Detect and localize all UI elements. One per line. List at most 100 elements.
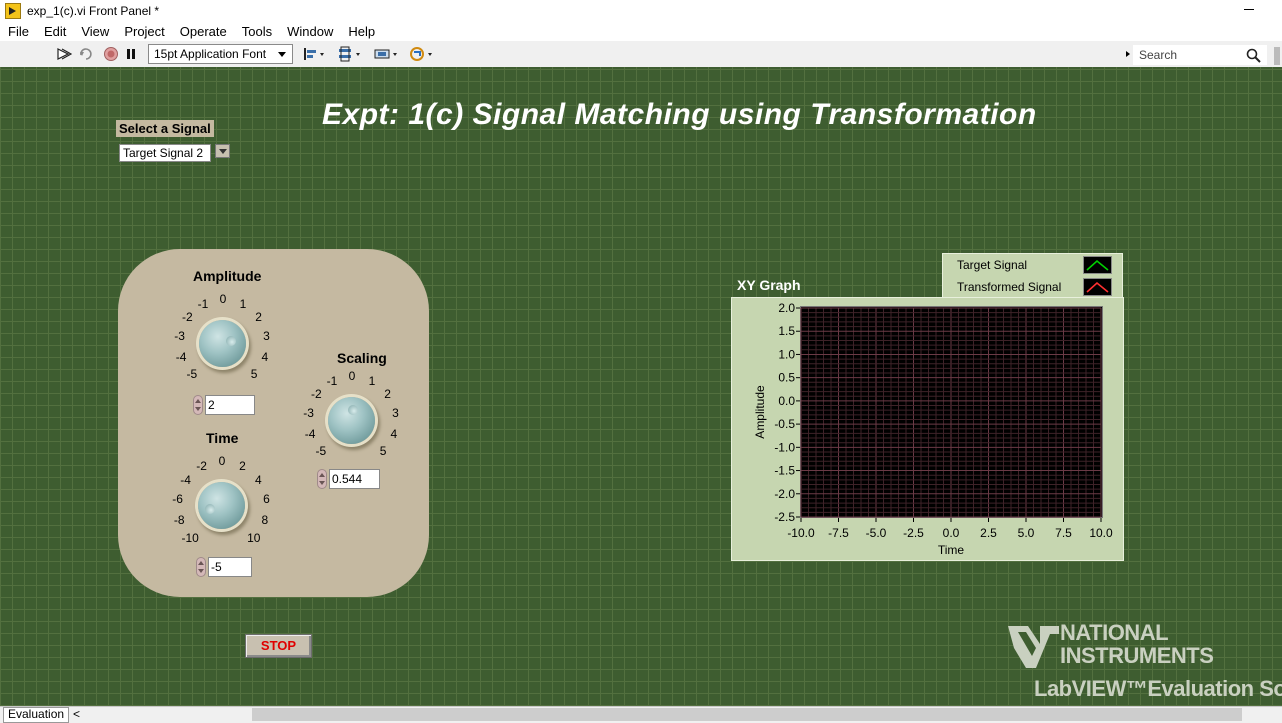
- legend-swatch-transformed[interactable]: [1083, 278, 1112, 296]
- x-tick-label: 10.0: [1089, 526, 1113, 540]
- align-icon[interactable]: [302, 46, 328, 62]
- y-tick-label: 1.5: [778, 324, 795, 338]
- search-icon[interactable]: [1246, 48, 1261, 63]
- x-tick-label: -2.5: [903, 526, 924, 540]
- amplitude-increment-icon[interactable]: [193, 395, 203, 415]
- plot-legend[interactable]: Target Signal Transformed Signal: [942, 253, 1123, 298]
- window-title: exp_1(c).vi Front Panel *: [27, 3, 160, 18]
- y-tick-label: 0.5: [778, 371, 795, 385]
- y-tick-label: -2.5: [774, 510, 795, 524]
- amplitude-tick-label: 2: [255, 310, 262, 325]
- distribute-icon[interactable]: [338, 46, 364, 62]
- scaling-value[interactable]: 0.544: [329, 469, 380, 489]
- y-tick-label: 0.0: [778, 394, 795, 408]
- legend-swatch-target[interactable]: [1083, 256, 1112, 274]
- watermark-line-3: LabVIEW™Evaluation Soft: [1034, 676, 1282, 701]
- select-signal-ring[interactable]: Target Signal 2: [119, 144, 211, 162]
- minimize-button[interactable]: [1244, 9, 1254, 10]
- resize-icon[interactable]: [374, 46, 400, 62]
- run-arrow-icon[interactable]: [56, 46, 72, 62]
- menu-operate[interactable]: Operate: [172, 24, 234, 39]
- menu-edit[interactable]: Edit: [36, 24, 73, 39]
- run-continuously-icon[interactable]: [78, 46, 94, 62]
- x-axis-ticks: -10.0 -7.5 -5.0 -2.5 0.0 2.5 5.0 7.5 10.0: [787, 518, 1113, 540]
- scaling-tick-label: 2: [384, 387, 391, 402]
- page-title: Expt: 1(c) Signal Matching using Transfo…: [322, 98, 1037, 131]
- scaling-tick-label: 5: [379, 444, 387, 459]
- controls-panel: [118, 249, 429, 597]
- time-tick-label: 4: [255, 472, 262, 487]
- time-tick-label: 2: [239, 458, 246, 473]
- time-knob[interactable]: [198, 482, 245, 529]
- national-instruments-logo: [1008, 626, 1059, 668]
- x-axis-label: Time: [938, 543, 965, 557]
- search-scope-arrow-icon[interactable]: [1126, 51, 1130, 57]
- y-axis-ticks: 2.0 1.5 1.0 0.5 0.0 -0.5 -1.0 -1.5 -2.0 -2.5: [774, 301, 800, 524]
- menu-bar: File Edit View Project Operate Tools Win…: [0, 21, 1282, 41]
- y-tick-label: -1.5: [774, 464, 795, 478]
- search-input[interactable]: Search: [1133, 45, 1267, 65]
- scaling-knob[interactable]: [328, 397, 375, 444]
- reorder-icon[interactable]: [410, 46, 436, 62]
- menu-project[interactable]: Project: [116, 24, 171, 39]
- scaling-tick-label: 0: [348, 369, 356, 383]
- title-bar: exp_1(c).vi Front Panel *: [0, 0, 1282, 21]
- abort-icon[interactable]: [103, 46, 119, 62]
- y-tick-label: -1.0: [774, 440, 795, 454]
- font-select[interactable]: 15pt Application Font: [148, 44, 293, 64]
- menu-view[interactable]: View: [73, 24, 116, 39]
- amplitude-label: Amplitude: [193, 268, 262, 284]
- menu-file[interactable]: File: [0, 24, 36, 39]
- scaling-label: Scaling: [337, 350, 387, 366]
- scaling-increment-icon[interactable]: [317, 469, 327, 489]
- horizontal-scrollbar[interactable]: [252, 708, 1242, 721]
- menu-window[interactable]: Window: [279, 24, 340, 39]
- time-value[interactable]: -5: [208, 557, 252, 577]
- x-tick-label: 0.0: [943, 526, 960, 540]
- watermark-line-2: INSTRUMENTS: [1060, 643, 1214, 668]
- scaling-tick-label: -1: [326, 373, 338, 388]
- y-tick-label: 2.0: [778, 301, 795, 315]
- menu-tools[interactable]: Tools: [234, 24, 279, 39]
- time-tick-label: 10: [247, 530, 261, 545]
- watermark-line-1: NATIONAL: [1060, 620, 1169, 645]
- amplitude-knob[interactable]: [199, 320, 246, 367]
- amplitude-tick-label: 0: [219, 292, 227, 306]
- amplitude-tick-label: 5: [250, 367, 258, 382]
- select-signal-dropdown-button[interactable]: [215, 144, 230, 158]
- x-tick-label: -7.5: [828, 526, 849, 540]
- amplitude-tick-label: -5: [186, 367, 198, 382]
- search-placeholder: Search: [1139, 48, 1178, 62]
- y-tick-label: 1.0: [778, 347, 795, 361]
- amplitude-tick-label: 4: [261, 349, 269, 364]
- x-tick-label: 2.5: [980, 526, 997, 540]
- time-tick-label: -4: [180, 472, 191, 487]
- xy-graph: -10.0 -7.5 -5.0 -2.5 0.0 2.5 5.0 7.5 10.0 2.0 1.5…: [753, 301, 1113, 557]
- menu-help[interactable]: Help: [340, 24, 382, 39]
- amplitude-tick-label: -3: [174, 329, 185, 344]
- scaling-tick-label: -2: [311, 387, 322, 402]
- time-increment-icon[interactable]: [196, 557, 206, 577]
- time-tick-label: -2: [196, 458, 207, 473]
- time-knob-pointer: [205, 504, 215, 514]
- evaluation-tab[interactable]: Evaluation: [3, 707, 70, 723]
- x-tick-label: 5.0: [1018, 526, 1035, 540]
- amplitude-value[interactable]: 2: [205, 395, 255, 415]
- time-tick-label: -6: [172, 491, 183, 506]
- amplitude-tick-label: -4: [175, 349, 187, 364]
- pause-icon[interactable]: [124, 46, 138, 62]
- vertical-scroll-marker[interactable]: [1274, 47, 1280, 65]
- labview-vi-icon: [5, 2, 21, 19]
- plot-grid: [800, 307, 1102, 518]
- time-tick-label: -8: [173, 512, 185, 527]
- x-tick-label: -10.0: [787, 526, 815, 540]
- scaling-tick-label: -3: [303, 406, 314, 421]
- time-label: Time: [206, 430, 239, 446]
- chevron-down-icon: [278, 52, 286, 57]
- legend-label-transformed: Transformed Signal: [957, 280, 1062, 294]
- legend-label-target: Target Signal: [957, 258, 1028, 272]
- amplitude-tick-label: 1: [239, 296, 247, 311]
- stop-button[interactable]: STOP: [245, 634, 312, 658]
- time-tick-label: 8: [261, 512, 269, 527]
- scroll-left-icon[interactable]: <: [73, 708, 80, 720]
